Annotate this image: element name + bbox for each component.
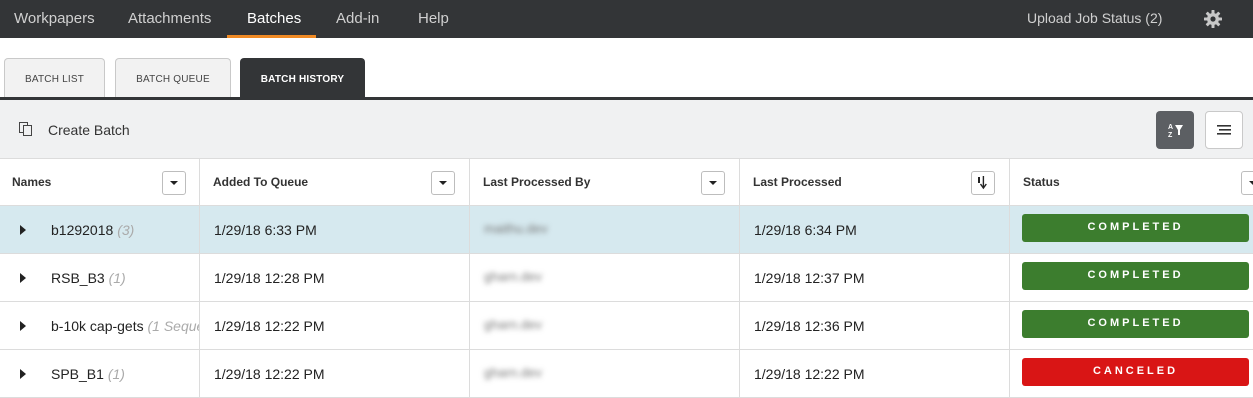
last-processed-date: 1/29/18 6:34 PM [754, 222, 857, 238]
expand-caret-icon[interactable] [20, 273, 26, 283]
batch-tabs: BATCH LIST BATCH QUEUE BATCH HISTORY [0, 38, 1253, 100]
processed-by-user: gharn.dev [484, 365, 542, 380]
names-cell: SPB_B1 (1) [0, 350, 200, 397]
column-label: Last Processed By [483, 175, 591, 189]
tab-batch-history[interactable]: BATCH HISTORY [240, 58, 365, 98]
nav-workpapers[interactable]: Workpapers [14, 0, 95, 38]
processed-by-cell: maithu.dev [470, 206, 740, 253]
toolbar: Create Batch A Z [0, 100, 1253, 158]
batch-name-text: b-10k cap-gets [51, 318, 144, 334]
table-row[interactable]: b-10k cap-gets (1 Seque 1/29/18 12:22 PM… [0, 302, 1253, 350]
expand-caret-icon[interactable] [20, 321, 26, 331]
added-cell: 1/29/18 12:22 PM [200, 302, 470, 349]
status-badge: COMPLETED [1022, 214, 1249, 242]
batch-name-text: RSB_B3 [51, 270, 105, 286]
status-badge: COMPLETED [1022, 262, 1249, 290]
processed-by-cell: gharn.dev [470, 254, 740, 301]
processed-by-user: gharn.dev [484, 269, 542, 284]
names-cell: b1292018 (3) [0, 206, 200, 253]
table-header: Names Added To Queue Last Processed By L… [0, 158, 1253, 206]
batch-name-text: SPB_B1 [51, 366, 104, 382]
last-processed-date: 1/29/18 12:36 PM [754, 318, 865, 334]
names-cell: b-10k cap-gets (1 Seque [0, 302, 200, 349]
added-cell: 1/29/18 12:22 PM [200, 350, 470, 397]
last-processed-date: 1/29/18 12:37 PM [754, 270, 865, 286]
create-batch-button[interactable]: Create Batch [48, 122, 130, 138]
menu-lines-icon [1217, 125, 1231, 135]
processed-by-cell: gharn.dev [470, 350, 740, 397]
table-row[interactable]: SPB_B1 (1) 1/29/18 12:22 PM gharn.dev 1/… [0, 350, 1253, 398]
column-menu-button[interactable] [1205, 111, 1243, 149]
batch-name: SPB_B1 (1) [51, 366, 125, 382]
upload-job-status-link[interactable]: Upload Job Status (2) [1027, 0, 1162, 38]
table-row[interactable]: b1292018 (3) 1/29/18 6:33 PM maithu.dev … [0, 206, 1253, 254]
batch-count: (3) [117, 222, 135, 238]
last-processed-date: 1/29/18 12:22 PM [754, 366, 865, 382]
chevron-down-icon [439, 181, 447, 185]
sort-filter-icon: A Z [1168, 124, 1183, 139]
column-label: Added To Queue [213, 175, 309, 189]
last-processed-cell: 1/29/18 12:37 PM [740, 254, 1010, 301]
expand-caret-icon[interactable] [20, 369, 26, 379]
table-row[interactable]: RSB_B3 (1) 1/29/18 12:28 PM gharn.dev 1/… [0, 254, 1253, 302]
processed-by-cell: gharn.dev [470, 302, 740, 349]
batch-name: b1292018 (3) [51, 222, 134, 238]
sort-down-arrow-icon [978, 176, 987, 190]
nav-help[interactable]: Help [418, 0, 449, 38]
added-date: 1/29/18 12:22 PM [214, 366, 325, 382]
top-navigation-bar: Workpapers Attachments Batches Add-in He… [0, 0, 1253, 38]
gear-icon[interactable] [1203, 9, 1223, 29]
column-header-status: Status [1010, 159, 1253, 206]
processed-by-user: gharn.dev [484, 317, 542, 332]
column-label: Last Processed [753, 175, 842, 189]
nav-add-in[interactable]: Add-in [336, 0, 379, 38]
column-label: Names [12, 175, 52, 189]
column-label: Status [1023, 175, 1060, 189]
added-date: 1/29/18 6:33 PM [214, 222, 317, 238]
tab-batch-list[interactable]: BATCH LIST [4, 58, 105, 98]
column-header-last-processed: Last Processed [740, 159, 1010, 206]
sort-descending-button[interactable] [971, 171, 995, 195]
chevron-down-icon [170, 181, 178, 185]
column-menu-button[interactable] [162, 171, 186, 195]
last-processed-cell: 1/29/18 6:34 PM [740, 206, 1010, 253]
batch-count: (1) [108, 270, 126, 286]
batch-name-text: b1292018 [51, 222, 114, 238]
batch-name: RSB_B3 (1) [51, 270, 126, 286]
column-menu-button[interactable] [1241, 171, 1253, 195]
processed-by-user: maithu.dev [484, 221, 548, 236]
added-date: 1/29/18 12:28 PM [214, 270, 325, 286]
last-processed-cell: 1/29/18 12:36 PM [740, 302, 1010, 349]
names-cell: RSB_B3 (1) [0, 254, 200, 301]
copy-icon[interactable] [19, 122, 33, 136]
sort-filter-button[interactable]: A Z [1156, 111, 1194, 149]
chevron-down-icon [1249, 181, 1253, 185]
last-processed-cell: 1/29/18 12:22 PM [740, 350, 1010, 397]
added-cell: 1/29/18 6:33 PM [200, 206, 470, 253]
column-menu-button[interactable] [701, 171, 725, 195]
nav-attachments[interactable]: Attachments [128, 0, 211, 38]
svg-text:Z: Z [1168, 132, 1173, 139]
chevron-down-icon [709, 181, 717, 185]
batch-name: b-10k cap-gets (1 Seque [51, 318, 200, 334]
expand-caret-icon[interactable] [20, 225, 26, 235]
tab-batch-queue[interactable]: BATCH QUEUE [115, 58, 231, 98]
batch-count: (1 Seque [147, 318, 200, 334]
status-badge: COMPLETED [1022, 310, 1249, 338]
added-date: 1/29/18 12:22 PM [214, 318, 325, 334]
added-cell: 1/29/18 12:28 PM [200, 254, 470, 301]
column-header-names: Names [0, 159, 200, 206]
nav-batches[interactable]: Batches [247, 0, 301, 38]
svg-text:A: A [1168, 124, 1173, 131]
column-menu-button[interactable] [431, 171, 455, 195]
status-badge: CANCELED [1022, 358, 1249, 386]
batch-count: (1) [107, 366, 125, 382]
column-header-last-processed-by: Last Processed By [470, 159, 740, 206]
column-header-added-to-queue: Added To Queue [200, 159, 470, 206]
